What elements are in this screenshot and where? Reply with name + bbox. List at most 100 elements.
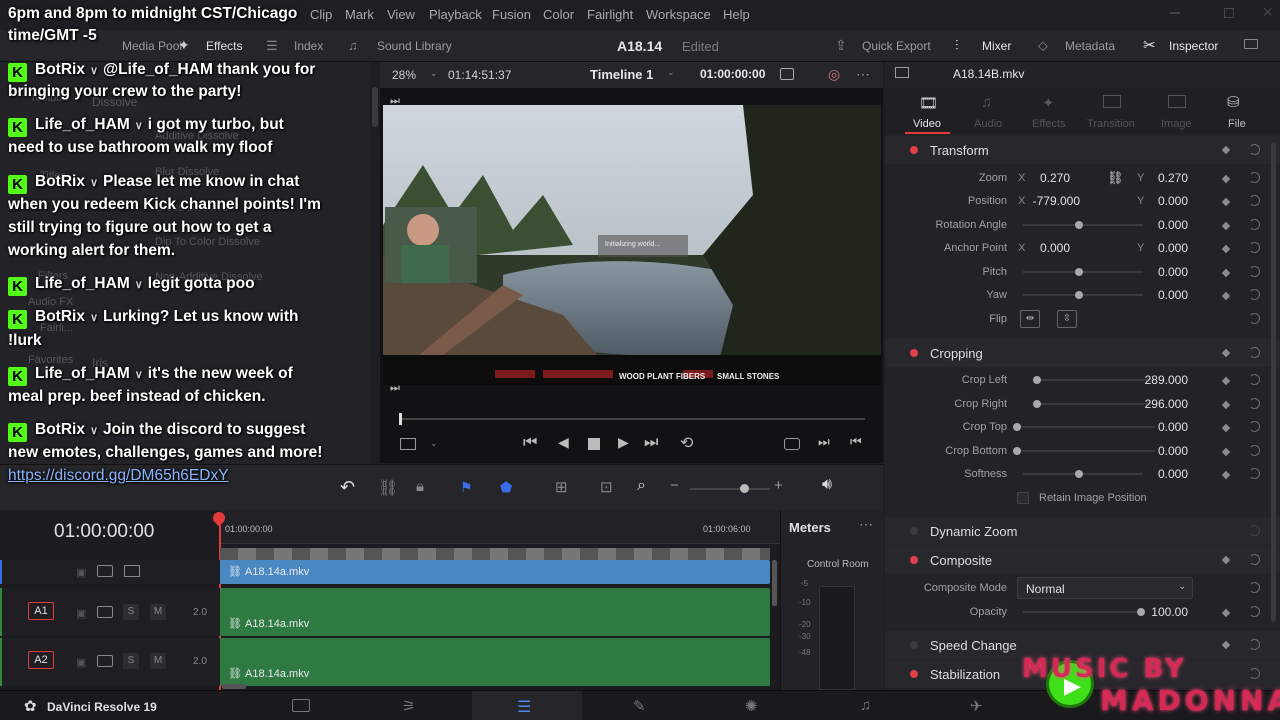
keyframe-icon[interactable]: [1221, 555, 1231, 565]
crop-top-slider-knob[interactable]: [1013, 423, 1021, 431]
reset-icon[interactable]: [1249, 606, 1260, 617]
reset-icon[interactable]: [1249, 144, 1260, 155]
timeline-vscrollbar[interactable]: [772, 560, 777, 606]
disable-track-icon[interactable]: [124, 565, 140, 577]
menu-clip[interactable]: Clip: [310, 7, 332, 22]
keyframe-icon[interactable]: [1221, 145, 1231, 155]
fairlight-page-icon[interactable]: ♫: [860, 697, 871, 714]
prev-edit-icon[interactable]: ⏮: [850, 434, 862, 450]
effects-scrollbar[interactable]: [372, 87, 378, 127]
menu-playback[interactable]: Playback: [429, 7, 482, 22]
pitch-field[interactable]: 0.000: [1128, 265, 1188, 279]
stop-icon[interactable]: [588, 438, 600, 450]
time-ruler[interactable]: [220, 510, 780, 544]
retain-position-checkbox[interactable]: [1017, 492, 1029, 504]
media-page-icon[interactable]: [292, 699, 310, 712]
tab-effects[interactable]: Effects: [1032, 118, 1065, 130]
position-x-field[interactable]: -779.000: [1020, 194, 1080, 208]
keyframe-icon[interactable]: [1221, 376, 1231, 386]
snap-icon[interactable]: ↶: [340, 477, 355, 498]
keyframe-icon[interactable]: [1221, 348, 1231, 358]
reset-icon[interactable]: [1249, 468, 1260, 479]
mute-button[interactable]: M: [150, 653, 166, 669]
rotation-slider[interactable]: [1023, 224, 1143, 226]
metadata-button[interactable]: Metadata: [1065, 39, 1115, 53]
link-icon[interactable]: ⛓: [378, 478, 398, 498]
flip-vertical-icon[interactable]: ⇳: [1057, 310, 1077, 328]
crop-left-slider-knob[interactable]: [1033, 376, 1041, 384]
inspector-scrollbar[interactable]: [1271, 142, 1276, 622]
crop-bottom-slider-knob[interactable]: [1013, 447, 1021, 455]
auto-select-icon[interactable]: [97, 655, 113, 667]
next-edit-icon[interactable]: ⏭: [818, 434, 830, 450]
reset-icon[interactable]: [1249, 398, 1260, 409]
anchor-y-field[interactable]: 0.000: [1128, 241, 1188, 255]
video-clip[interactable]: ⛓ A18.14a.mkv: [220, 560, 770, 584]
loop-icon[interactable]: ⟲: [680, 433, 693, 453]
zoom-x-field[interactable]: 0.270: [1010, 171, 1070, 185]
composite-mode-select[interactable]: Normal ⌄: [1017, 577, 1193, 599]
media-pool-button[interactable]: Media Pool: [122, 39, 182, 53]
auto-select-icon[interactable]: [97, 565, 113, 577]
reset-icon[interactable]: [1249, 289, 1260, 300]
keyframe-icon[interactable]: [1221, 400, 1231, 410]
transform-section-header[interactable]: Transform: [885, 136, 1280, 164]
menu-workspace[interactable]: Workspace: [646, 7, 711, 22]
safe-area-icon[interactable]: [400, 438, 416, 450]
mixer-button[interactable]: Mixer: [982, 39, 1011, 53]
more-options-icon[interactable]: ⋯: [859, 516, 873, 533]
effects-button[interactable]: Effects: [206, 39, 242, 53]
flag-icon[interactable]: ⚑: [460, 479, 473, 496]
reset-icon[interactable]: [1249, 668, 1260, 679]
reset-icon[interactable]: [1249, 525, 1260, 536]
minimize-icon[interactable]: [1170, 12, 1180, 14]
auto-select-icon[interactable]: [97, 606, 113, 618]
audio-clip-a2[interactable]: ⛓ A18.14a.mkv: [220, 638, 770, 686]
zoom-full-icon[interactable]: ⊞: [555, 478, 568, 496]
flip-horizontal-icon[interactable]: ⇹: [1020, 310, 1040, 328]
reset-icon[interactable]: [1249, 445, 1260, 456]
video-output-icon[interactable]: [780, 68, 794, 80]
yaw-slider[interactable]: [1023, 294, 1143, 296]
menu-fairlight[interactable]: Fairlight: [587, 7, 633, 22]
keyframe-icon[interactable]: [1221, 174, 1231, 184]
opacity-slider[interactable]: [1023, 611, 1143, 613]
crop-left-field[interactable]: 289.000: [1128, 373, 1188, 387]
keyframe-icon[interactable]: [1221, 221, 1231, 231]
solo-button[interactable]: S: [123, 604, 139, 620]
zoom-y-field[interactable]: 0.270: [1128, 171, 1188, 185]
track-a2-label[interactable]: A2: [28, 651, 54, 669]
rotation-slider-knob[interactable]: [1075, 221, 1083, 229]
chevron-down-icon[interactable]: ⌄: [430, 438, 438, 449]
link-icon[interactable]: ⛓: [1107, 170, 1124, 186]
zoom-slider-knob[interactable]: [740, 484, 749, 493]
keyframe-icon[interactable]: [1221, 268, 1231, 278]
play-reverse-icon[interactable]: ◀: [558, 434, 569, 451]
position-y-field[interactable]: 0.000: [1128, 194, 1188, 208]
keyframe-icon[interactable]: [1221, 197, 1231, 207]
discord-link[interactable]: https://discord.gg/DM65h6EDxY: [8, 465, 229, 487]
more-options-icon[interactable]: ⋯: [856, 66, 870, 83]
menu-mark[interactable]: Mark: [345, 7, 374, 22]
pitch-slider[interactable]: [1023, 271, 1143, 273]
stabilization-enable-dot[interactable]: [910, 670, 918, 678]
keyframe-icon[interactable]: [1221, 447, 1231, 457]
timeline-hscrollbar[interactable]: [222, 684, 246, 689]
yaw-slider-knob[interactable]: [1075, 291, 1083, 299]
tab-video[interactable]: Video: [913, 118, 941, 130]
deliver-page-icon[interactable]: ✈: [970, 697, 983, 715]
reset-icon[interactable]: [1249, 639, 1260, 650]
rotation-field[interactable]: 0.000: [1128, 218, 1188, 232]
anchor-x-field[interactable]: 0.000: [1010, 241, 1070, 255]
timeline-name[interactable]: Timeline 1: [590, 67, 653, 82]
viewer-zoom[interactable]: 28%: [392, 68, 416, 82]
go-to-end-icon[interactable]: ⏭: [644, 434, 658, 452]
inspector-button[interactable]: Inspector: [1169, 39, 1218, 53]
scrubber-track[interactable]: [400, 418, 865, 420]
crop-right-slider-knob[interactable]: [1033, 400, 1041, 408]
reset-icon[interactable]: [1249, 374, 1260, 385]
tab-audio[interactable]: Audio: [974, 118, 1002, 130]
reset-icon[interactable]: [1249, 347, 1260, 358]
dynamic-zoom-enable-dot[interactable]: [910, 527, 918, 535]
reset-icon[interactable]: [1249, 582, 1260, 593]
